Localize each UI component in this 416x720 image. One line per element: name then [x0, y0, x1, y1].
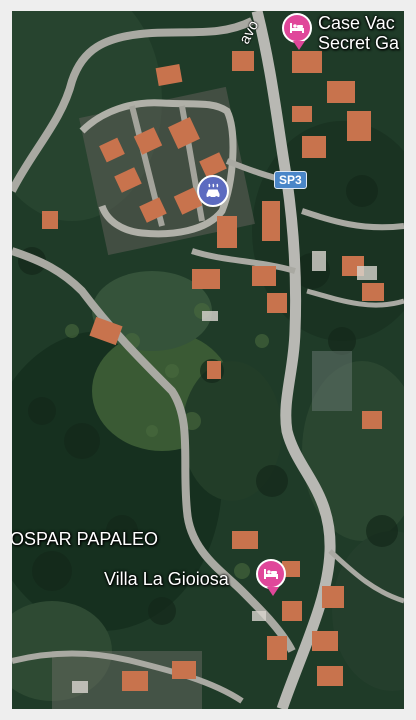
road-shield-sp3: SP3: [274, 171, 307, 189]
satellite-map[interactable]: SP3 avo Case Vac Secret Ga OSPAR PAPALEO…: [12, 11, 404, 709]
place-label-line1: Case Vac: [318, 13, 395, 33]
place-label-left[interactable]: OSPAR PAPALEO: [12, 529, 158, 549]
satellite-imagery: [12, 11, 404, 709]
lodging-pin-top[interactable]: [282, 13, 312, 50]
map-frame: SP3 avo Case Vac Secret Ga OSPAR PAPALEO…: [0, 0, 416, 720]
lodging-pin-villa[interactable]: [256, 559, 286, 596]
place-label-villa-text: Villa La Gioiosa: [104, 569, 229, 589]
bed-icon: [290, 23, 304, 33]
place-label-left-text: OSPAR PAPALEO: [12, 529, 159, 549]
place-label-line2: Secret Ga: [318, 33, 400, 53]
bed-icon: [264, 569, 278, 579]
place-label-top-right[interactable]: Case Vac Secret Ga: [318, 13, 399, 53]
place-label-villa[interactable]: Villa La Gioiosa: [104, 569, 229, 589]
car-wash-poi[interactable]: [197, 175, 229, 207]
car-wash-icon: [206, 183, 220, 199]
road-shield-label: SP3: [279, 173, 302, 187]
